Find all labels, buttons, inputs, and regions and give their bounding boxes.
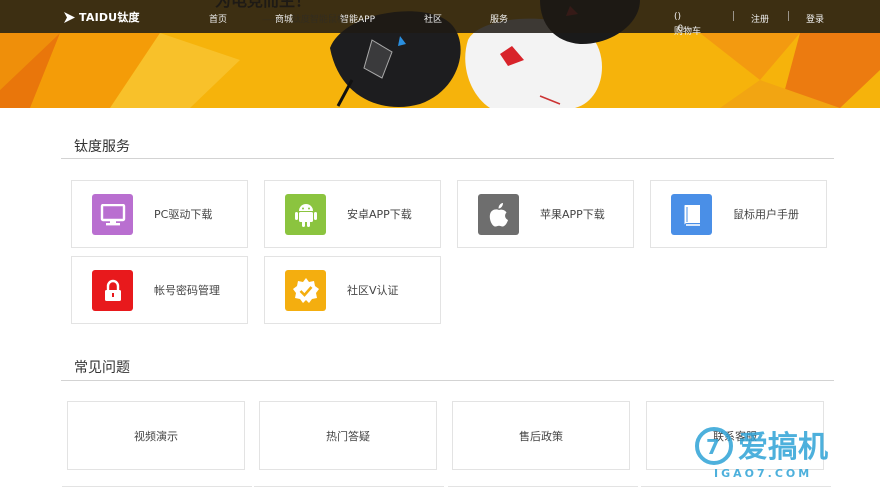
banner-subtitle: ——— 钛度智能鼠标 [262, 15, 346, 25]
service-label: 鼠标用户手册 [733, 208, 799, 221]
service-card-user-manual[interactable]: 鼠标用户手册 [650, 180, 827, 248]
verified-badge-icon [285, 270, 326, 311]
login-link[interactable]: 登录 [806, 12, 824, 25]
faq-hot-questions[interactable]: 热门答疑 [259, 401, 437, 470]
services-section-title: 钛度服务 [74, 139, 130, 155]
igao7-logo-icon: 7 爱搞机 IGAO7.COM [695, 427, 828, 480]
taidu-logo-icon [64, 11, 75, 23]
section-divider [61, 158, 834, 159]
service-card-apple-app[interactable]: 苹果APP下载 [457, 180, 634, 248]
nav-divider [733, 11, 734, 21]
brand-name: TAIDU钛度 [79, 11, 140, 24]
nav-service[interactable]: 服务 [490, 12, 508, 25]
faq-section-title: 常见问题 [74, 360, 130, 376]
top-navigation-bar: TAIDU钛度 首页 商城 智能APP 社区 服务 购物车(0) 注册 登录 [0, 0, 880, 37]
nav-divider [788, 11, 789, 21]
cart-link[interactable]: 购物车(0) [674, 12, 701, 37]
lock-icon [92, 270, 133, 311]
register-link[interactable]: 注册 [751, 12, 769, 25]
watermark-subtext: IGAO7.COM [714, 467, 812, 480]
service-label: PC驱动下载 [154, 208, 213, 221]
monitor-icon [92, 194, 133, 235]
apple-icon [478, 194, 519, 235]
service-label: 社区V认证 [347, 284, 399, 297]
service-card-account-password[interactable]: 帐号密码管理 [71, 256, 248, 324]
book-icon [671, 194, 712, 235]
service-card-android-app[interactable]: 安卓APP下载 [264, 180, 441, 248]
section-divider [61, 380, 834, 381]
service-label: 安卓APP下载 [347, 208, 412, 221]
nav-home[interactable]: 首页 [209, 12, 227, 25]
banner-subtitle-text: 钛度智能鼠标 [291, 15, 346, 25]
service-card-pc-driver[interactable]: PC驱动下载 [71, 180, 248, 248]
service-label: 帐号密码管理 [154, 284, 220, 297]
faq-video-demo[interactable]: 视频演示 [67, 401, 245, 470]
service-label: 苹果APP下载 [540, 208, 605, 221]
nav-community[interactable]: 社区 [424, 12, 442, 25]
brand-logo[interactable]: TAIDU钛度 [63, 9, 140, 25]
watermark-text: 爱搞机 [738, 430, 828, 465]
site-watermark: 7 爱搞机 IGAO7.COM [692, 424, 870, 480]
android-icon [285, 194, 326, 235]
svg-text:7: 7 [706, 435, 720, 459]
faq-after-sales-policy[interactable]: 售后政策 [452, 401, 630, 470]
hero-banner: 为电竞而生！ TAIDU钛度 首页 商城 智能APP 社区 服务 购物车(0) … [0, 0, 880, 108]
cart-count: 0 [677, 24, 684, 34]
service-card-community-verification[interactable]: 社区V认证 [264, 256, 441, 324]
